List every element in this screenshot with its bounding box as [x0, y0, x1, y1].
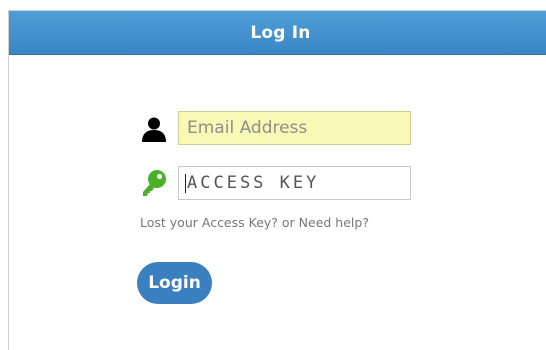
access-key-row [9, 163, 546, 203]
text-caret [185, 174, 186, 193]
login-panel: Log In Lost your Access Key? or Need hel… [8, 10, 546, 350]
page-title: Log In [250, 22, 311, 43]
user-icon [140, 115, 168, 143]
login-header: Log In [9, 11, 546, 55]
email-row [9, 110, 546, 150]
access-key-field[interactable] [178, 166, 411, 200]
key-icon [140, 169, 168, 197]
email-field[interactable] [178, 111, 411, 145]
help-link[interactable]: Lost your Access Key? or Need help? [140, 215, 369, 230]
login-button[interactable]: Login [137, 262, 212, 304]
